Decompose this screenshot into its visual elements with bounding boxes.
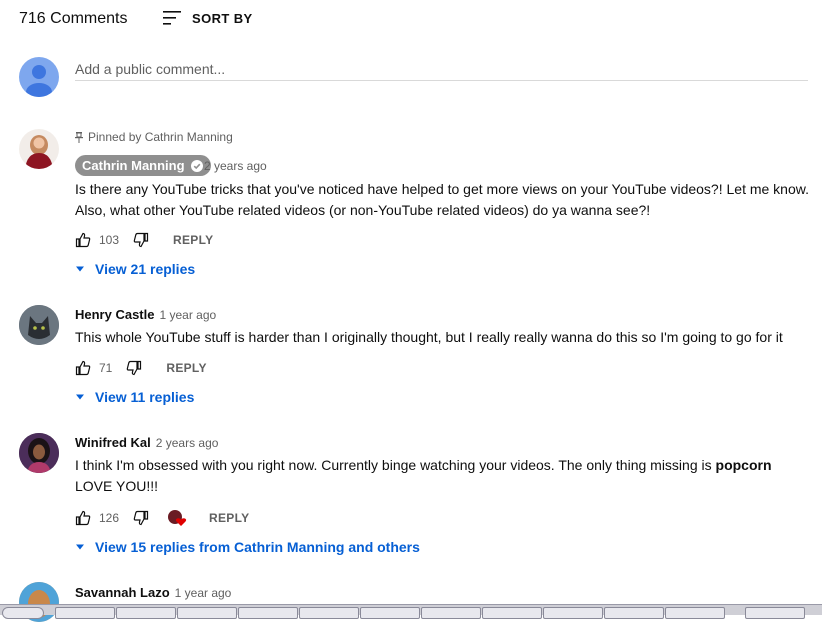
pinned-label: Pinned by Cathrin Manning <box>75 130 233 144</box>
creator-author-chip[interactable]: Cathrin Manning <box>75 155 211 176</box>
taskbar <box>0 604 822 619</box>
comment-time[interactable]: 1 year ago <box>175 586 232 600</box>
author-name[interactable]: Winifred Kal <box>75 435 151 450</box>
comment-text-part: LOVE YOU!!! <box>75 478 158 494</box>
avatar[interactable] <box>19 129 59 169</box>
author-name[interactable]: Savannah Lazo <box>75 585 170 600</box>
comment-header: Savannah Lazo 1 year ago <box>75 585 231 600</box>
taskbar-button[interactable] <box>745 607 805 619</box>
default-user-icon <box>26 65 52 97</box>
view-replies-label: View 11 replies <box>95 389 195 405</box>
view-replies-button[interactable]: View 11 replies <box>75 389 194 405</box>
taskbar-button[interactable] <box>177 607 237 619</box>
comment-header: Henry Castle 1 year ago <box>75 307 216 322</box>
add-comment-input[interactable] <box>75 58 808 81</box>
taskbar-button[interactable] <box>55 607 115 619</box>
avatar[interactable] <box>19 433 59 473</box>
like-icon[interactable] <box>75 510 91 526</box>
reply-button[interactable]: REPLY <box>166 361 206 375</box>
creator-heart-icon <box>167 509 189 527</box>
view-replies-label: View 21 replies <box>95 261 196 277</box>
like-count: 126 <box>99 511 120 525</box>
comment-text: I think I'm obsessed with you right now.… <box>75 455 810 497</box>
sort-by-label: SORT BY <box>192 10 253 26</box>
caret-down-icon <box>76 394 84 400</box>
caret-down-icon <box>76 544 84 550</box>
pinned-text: Pinned by Cathrin Manning <box>88 130 233 144</box>
taskbar-button[interactable] <box>421 607 481 619</box>
sort-icon <box>163 11 181 25</box>
user-avatar <box>19 57 59 97</box>
view-replies-label: View 15 replies from Cathrin Manning and… <box>95 539 420 555</box>
comment-text: This whole YouTube stuff is harder than … <box>75 329 783 345</box>
taskbar-button[interactable] <box>604 607 664 619</box>
like-count: 103 <box>99 233 120 247</box>
taskbar-button[interactable] <box>299 607 359 619</box>
comment-time[interactable]: 2 years ago <box>204 159 267 173</box>
taskbar-button[interactable] <box>360 607 420 619</box>
comment-time[interactable]: 1 year ago <box>159 308 216 322</box>
view-replies-button[interactable]: View 21 replies <box>75 261 195 277</box>
avatar-image <box>19 305 59 345</box>
avatar-image <box>19 433 59 473</box>
reply-button[interactable]: REPLY <box>173 233 213 247</box>
sort-by-button[interactable]: SORT BY <box>162 9 253 27</box>
start-button[interactable] <box>2 607 44 619</box>
comment-actions: 126 REPLY <box>75 509 249 527</box>
taskbar-button[interactable] <box>543 607 603 619</box>
avatar[interactable] <box>19 305 59 345</box>
like-count: 71 <box>99 361 113 375</box>
taskbar-button[interactable] <box>238 607 298 619</box>
dislike-icon[interactable] <box>126 360 142 376</box>
comment-count: 716 Comments <box>19 10 128 27</box>
like-icon[interactable] <box>75 232 91 248</box>
avatar-image <box>25 135 53 169</box>
taskbar-button[interactable] <box>482 607 542 619</box>
comment-text-part: I think I'm obsessed with you right now.… <box>75 457 716 473</box>
taskbar-button[interactable] <box>665 607 725 619</box>
dislike-icon[interactable] <box>133 232 149 248</box>
dislike-icon[interactable] <box>133 510 149 526</box>
view-replies-button[interactable]: View 15 replies from Cathrin Manning and… <box>75 539 420 555</box>
reply-button[interactable]: REPLY <box>209 511 249 525</box>
like-icon[interactable] <box>75 360 91 376</box>
caret-down-icon <box>76 266 84 272</box>
comment-actions: 103 REPLY <box>75 232 213 248</box>
comment-text: Is there any YouTube tricks that you've … <box>75 181 809 218</box>
comment-header: Winifred Kal 2 years ago <box>75 435 218 450</box>
taskbar-button[interactable] <box>116 607 176 619</box>
pin-icon <box>75 131 83 143</box>
verified-icon <box>190 159 203 172</box>
comment-time[interactable]: 2 years ago <box>156 436 219 450</box>
author-name: Cathrin Manning <box>82 158 185 173</box>
comment-text-bold: popcorn <box>715 457 772 473</box>
author-name[interactable]: Henry Castle <box>75 307 154 322</box>
comment-actions: 71 REPLY <box>75 360 207 376</box>
